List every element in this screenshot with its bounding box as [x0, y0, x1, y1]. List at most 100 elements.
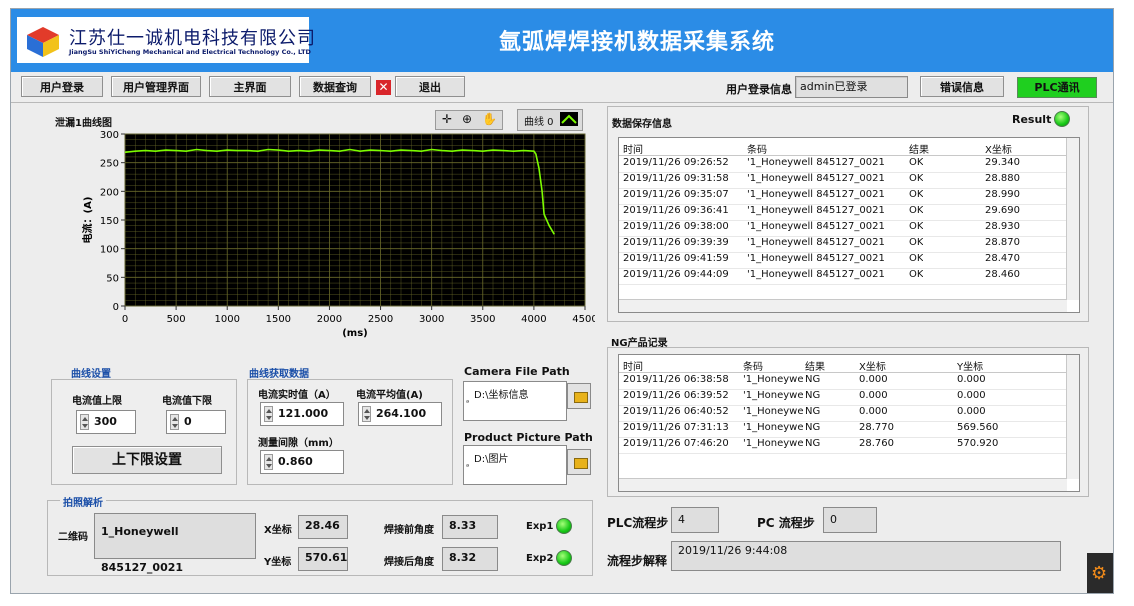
user-management-button[interactable]: 用户管理界面	[111, 76, 201, 97]
average-current-spinner[interactable]	[362, 406, 371, 422]
table-cell: OK	[909, 269, 924, 280]
table-row[interactable]: 2019/11/26 06:38:58 '1_Honeywe NG 0.000 0.00…	[619, 373, 1067, 390]
exit-button[interactable]: 退出	[395, 76, 465, 97]
data-query-button[interactable]: 数据查询	[299, 76, 371, 97]
table-row[interactable]: 2019/11/26 09:36:41 '1_Honeywell 845127_0…	[619, 204, 1067, 221]
column-header[interactable]: 条码	[747, 141, 767, 156]
table-cell: 28.930	[985, 221, 1020, 232]
lower-limit-spinner[interactable]	[170, 414, 179, 430]
graph-palette: ✛ ⊕ ✋	[435, 110, 503, 130]
column-header[interactable]: X坐标	[859, 358, 886, 373]
upper-limit-input[interactable]: 300	[76, 410, 136, 434]
plc-comm-button[interactable]: PLC通讯	[1017, 77, 1097, 98]
column-header[interactable]: 时间	[623, 358, 643, 373]
zoom-icon[interactable]: ⊕	[462, 112, 472, 126]
table-row[interactable]: 2019/11/26 09:39:39 '1_Honeywell 845127_0…	[619, 236, 1067, 253]
table-row[interactable]: 2019/11/26 06:40:52 '1_Honeywe NG 0.000 0.00…	[619, 405, 1067, 422]
main-screen-button[interactable]: 主界面	[209, 76, 291, 97]
table-cell: 2019/11/26 06:38:58	[623, 374, 729, 385]
product-browse-button[interactable]	[567, 449, 591, 475]
table-cell: 0.000	[957, 390, 986, 401]
average-current-field[interactable]: 264.100	[358, 402, 442, 426]
column-header[interactable]: 结果	[805, 358, 825, 373]
table-cell: OK	[909, 157, 924, 168]
table-cell: '1_Honeywe	[743, 390, 804, 401]
pan-hand-icon[interactable]: ✋	[482, 112, 497, 126]
table-row[interactable]: 2019/11/26 09:31:58 '1_Honeywell 845127_0…	[619, 172, 1067, 189]
lower-limit-input[interactable]: 0	[166, 410, 226, 434]
table-cell: 2019/11/26 09:36:41	[623, 205, 729, 216]
crosshair-icon[interactable]: ✛	[442, 112, 452, 126]
company-name-cn: 江苏仕一诚机电科技有限公司	[69, 28, 316, 49]
set-limits-button[interactable]: 上下限设置	[72, 446, 222, 474]
camera-path-field[interactable]: ᵃ D:\坐标信息	[463, 381, 567, 421]
data-save-title: 数据保存信息	[612, 119, 672, 130]
realtime-current-field[interactable]: 121.000	[260, 402, 344, 426]
y-coord-label: Y坐标	[264, 557, 292, 568]
exp2-label: Exp2	[526, 553, 554, 564]
error-info-button[interactable]: 错误信息	[920, 76, 1004, 97]
x-tick-label: 1000	[214, 314, 239, 325]
vertical-scrollbar[interactable]	[1066, 355, 1079, 479]
folder-icon	[574, 392, 588, 403]
table-row[interactable]: 2019/11/26 09:41:59 '1_Honeywell 845127_0…	[619, 252, 1067, 269]
curve-settings-title: 曲线设置	[71, 369, 111, 380]
table-cell: 2019/11/26 09:39:39	[623, 237, 729, 248]
column-header[interactable]: X坐标	[985, 141, 1012, 156]
measure-gap-field[interactable]: 0.860	[260, 450, 344, 474]
product-path-field[interactable]: ᵃ D:\图片	[463, 445, 567, 485]
ng-records-table[interactable]: 时间 条码 结果 X坐标 Y坐标 2019/11/26 06:38:58 '1_Honeyw…	[618, 354, 1080, 492]
result-label: Result	[1012, 113, 1052, 126]
table-cell: 2019/11/26 09:26:52	[623, 157, 729, 168]
table-cell: 28.880	[985, 173, 1020, 184]
realtime-current-value: 121.000	[278, 407, 329, 420]
table-row[interactable]: 2019/11/26 09:38:00 '1_Honeywell 845127_0…	[619, 220, 1067, 237]
pre-weld-angle-field: 8.33	[442, 515, 498, 539]
table-cell: 569.560	[957, 422, 999, 433]
corner-widget[interactable]: ⚙	[1087, 553, 1113, 593]
qr-code-field: 1_Honeywell 845127_0021	[94, 513, 256, 574]
table-cell: 2019/11/26 09:41:59	[623, 253, 729, 264]
product-path-value: D:\图片	[474, 454, 509, 465]
upper-limit-spinner[interactable]	[80, 414, 89, 430]
y-tick-label: 0	[113, 302, 119, 313]
table-cell: 0.000	[957, 374, 986, 385]
data-save-panel: 数据保存信息 Result 时间 条码 结果 X坐标 2019/11/26 09:26:…	[607, 106, 1089, 322]
column-header[interactable]: 结果	[909, 141, 929, 156]
table-row[interactable]: 2019/11/26 07:31:13 '1_Honeywe NG 28.770 569…	[619, 421, 1067, 438]
table-cell: '1_Honeywell 845127_0021	[747, 237, 885, 248]
login-button[interactable]: 用户登录	[21, 76, 103, 97]
horizontal-scrollbar[interactable]	[619, 299, 1067, 312]
measure-gap-value: 0.860	[278, 455, 313, 468]
system-title: 氩弧焊焊接机数据采集系统	[499, 30, 776, 55]
measure-gap-spinner[interactable]	[264, 454, 273, 470]
table-row[interactable]: 2019/11/26 09:26:52 '1_Honeywell 845127_0…	[619, 156, 1067, 173]
table-cell: 2019/11/26 07:31:13	[623, 422, 729, 433]
table-row[interactable]: 2019/11/26 07:46:20 '1_Honeywe NG 28.760 570…	[619, 437, 1067, 454]
table-row[interactable]: 2019/11/26 06:39:52 '1_Honeywe NG 0.000 0.00…	[619, 389, 1067, 406]
logo-cube-icon	[27, 27, 59, 57]
column-header[interactable]: 条码	[743, 358, 763, 373]
column-header[interactable]: 时间	[623, 141, 643, 156]
x-coord-label: X坐标	[264, 525, 292, 536]
horizontal-scrollbar[interactable]	[619, 478, 1067, 491]
company-logo: 江苏仕一诚机电科技有限公司 JiangSu ShiYiCheng Mechani…	[17, 17, 315, 63]
step-explain-label: 流程步解释	[607, 554, 668, 568]
vertical-scrollbar[interactable]	[1066, 138, 1079, 300]
y-tick-label: 100	[100, 245, 119, 256]
column-header[interactable]: Y坐标	[957, 358, 983, 373]
pc-step-field: 0	[823, 507, 877, 533]
realtime-current-label: 电流实时值（A）	[258, 390, 336, 401]
table-cell: '1_Honeywe	[743, 374, 804, 385]
y-axis-label: 电流：(A)	[81, 197, 94, 244]
table-row[interactable]: 2019/11/26 09:44:09 '1_Honeywell 845127_0…	[619, 268, 1067, 285]
table-cell: '1_Honeywe	[743, 438, 804, 449]
x-tick-label: 1500	[266, 314, 291, 325]
data-save-table[interactable]: 时间 条码 结果 X坐标 2019/11/26 09:26:52 '1_Honeywell…	[618, 137, 1080, 313]
table-cell: 0.000	[859, 374, 888, 385]
plot-legend[interactable]: 曲线 0	[517, 109, 583, 131]
table-row[interactable]: 2019/11/26 09:35:07 '1_Honeywell 845127_0…	[619, 188, 1067, 205]
realtime-current-spinner[interactable]	[264, 406, 273, 422]
close-icon[interactable]: ✕	[376, 80, 391, 95]
camera-browse-button[interactable]	[567, 383, 591, 409]
